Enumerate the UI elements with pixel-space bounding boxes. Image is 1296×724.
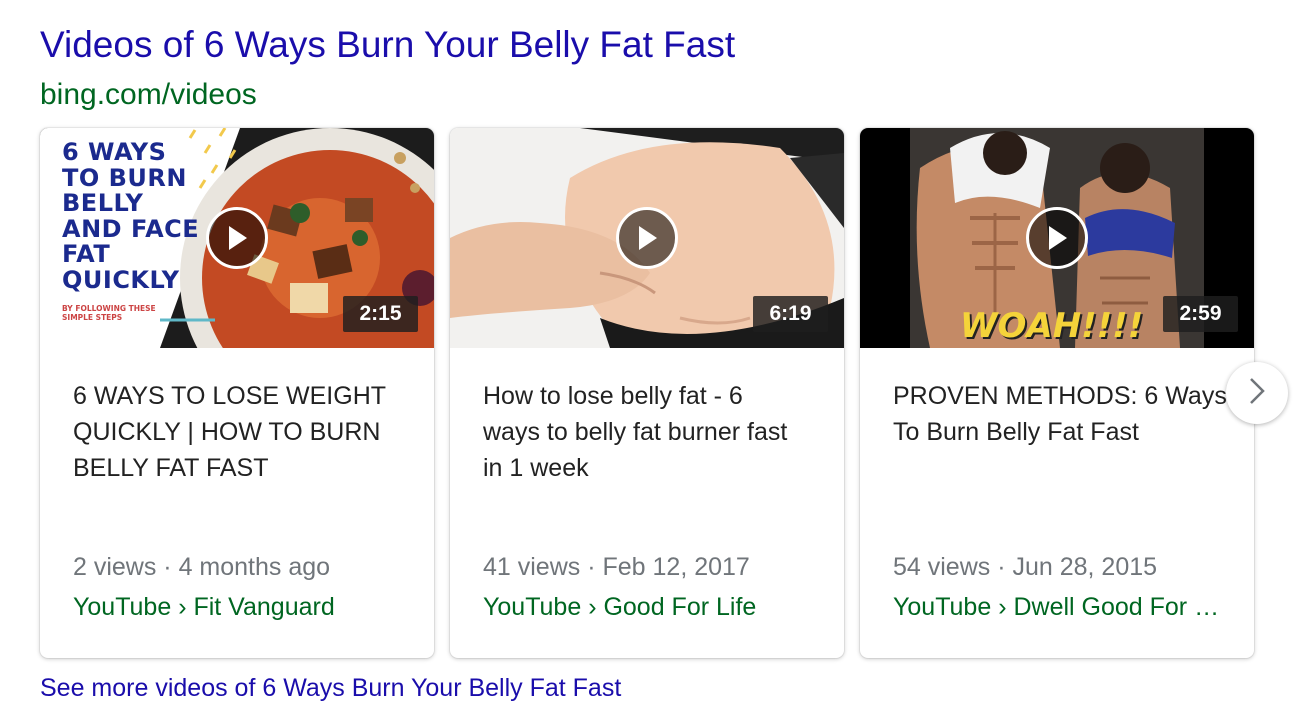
video-card-2[interactable]: 6:19 How to lose belly fat - 6 ways to b… — [450, 128, 844, 658]
video-title[interactable]: 6 WAYS TO LOSE WEIGHT QUICKLY | HOW TO B… — [73, 378, 413, 486]
video-thumbnail-1[interactable]: 6 WAYS TO BURN BELLY AND FACE FAT QUICKL… — [40, 128, 434, 348]
video-title[interactable]: PROVEN METHODS: 6 Ways To Burn Belly Fat… — [893, 378, 1233, 450]
video-card-3[interactable]: WOAH!!!! 2:59 PROVEN METHODS: 6 Ways To … — [860, 128, 1254, 658]
video-channel: YouTube › Good For Life — [483, 593, 757, 621]
see-more-link[interactable]: See more videos of 6 Ways Burn Your Bell… — [40, 674, 621, 703]
carousel-next-button[interactable] — [1226, 362, 1288, 424]
duration-badge: 2:59 — [1163, 296, 1238, 332]
source-url: bing.com/videos — [40, 78, 257, 111]
video-card-1[interactable]: 6 WAYS TO BURN BELLY AND FACE FAT QUICKL… — [40, 128, 434, 658]
video-channel: YouTube › Dwell Good For … — [893, 593, 1220, 621]
results-title[interactable]: Videos of 6 Ways Burn Your Belly Fat Fas… — [40, 24, 735, 66]
video-meta: 54 views · Jun 28, 2015 — [893, 553, 1158, 581]
thumbnail-caption-3: WOAH!!!! — [960, 306, 1144, 346]
chevron-right-icon — [1247, 376, 1267, 411]
video-title[interactable]: How to lose belly fat - 6 ways to belly … — [483, 378, 823, 486]
duration-badge: 2:15 — [343, 296, 418, 332]
video-channel: YouTube › Fit Vanguard — [73, 593, 335, 621]
video-thumbnail-3[interactable]: WOAH!!!! 2:59 — [860, 128, 1254, 348]
play-icon[interactable] — [206, 207, 268, 269]
thumbnail-caption-1: 6 WAYS TO BURN BELLY AND FACE FAT QUICKL… — [62, 138, 200, 294]
video-meta: 2 views · 4 months ago — [73, 553, 331, 581]
duration-badge: 6:19 — [753, 296, 828, 332]
video-meta: 41 views · Feb 12, 2017 — [483, 553, 750, 581]
video-thumbnail-2[interactable]: 6:19 — [450, 128, 844, 348]
play-icon[interactable] — [616, 207, 678, 269]
play-icon[interactable] — [1026, 207, 1088, 269]
thumbnail-subcaption-1: BY FOLLOWING THESE SIMPLE STEPS — [62, 304, 156, 322]
